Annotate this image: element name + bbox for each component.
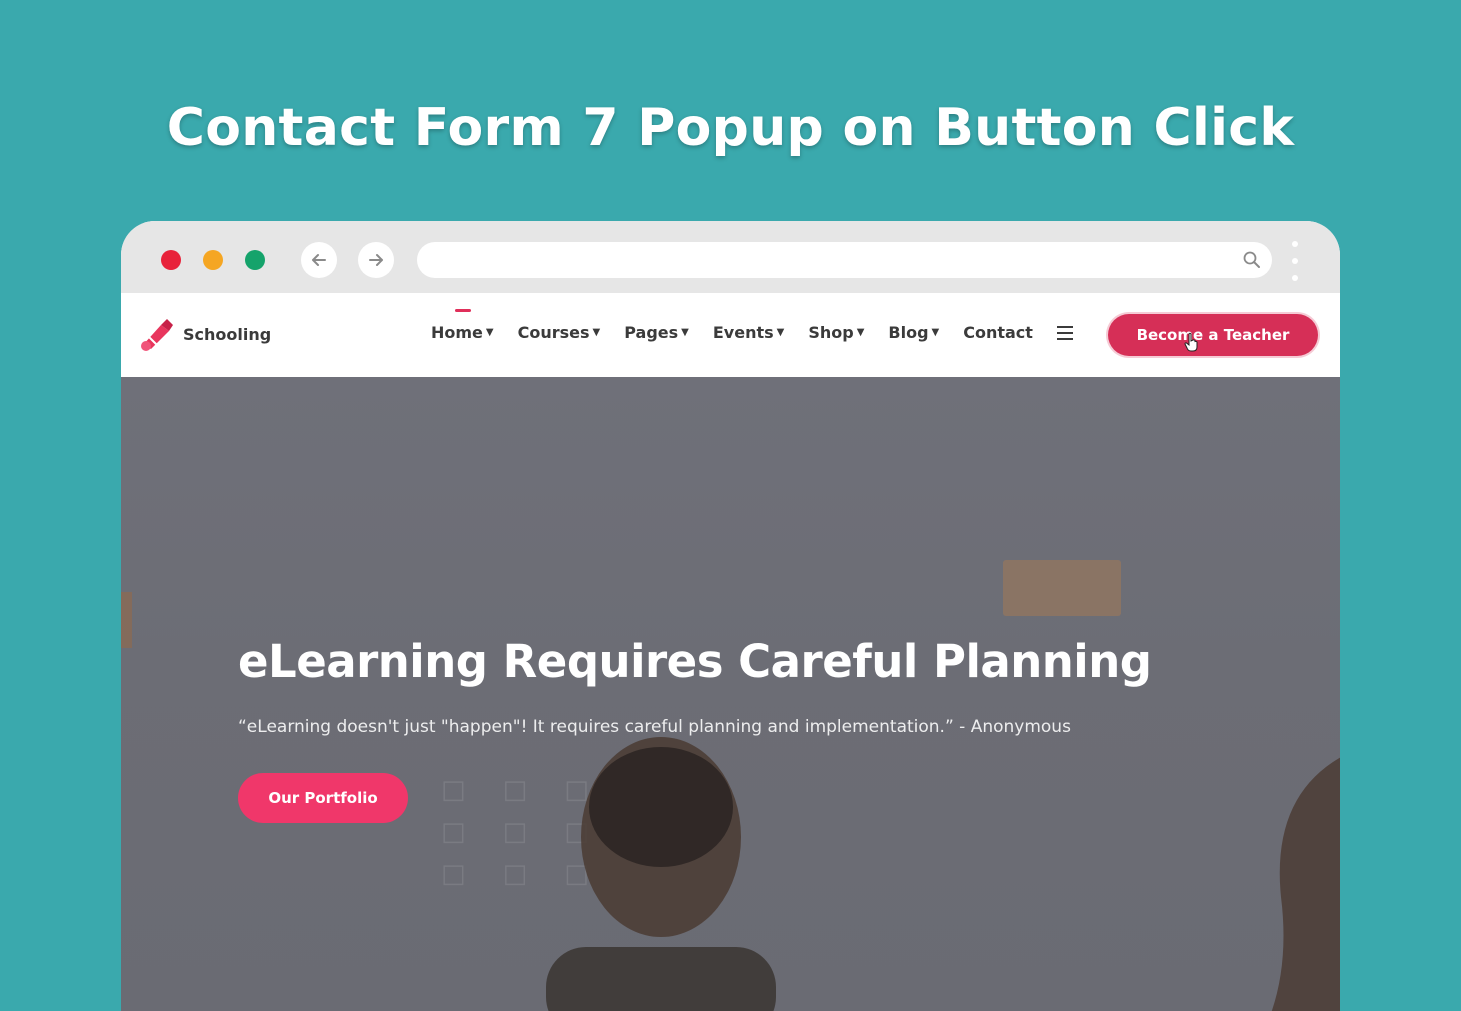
- menu-item-contact[interactable]: Contact: [963, 323, 1033, 342]
- arrow-left-icon: [312, 254, 326, 266]
- search-icon[interactable]: [1242, 250, 1262, 270]
- menu-item-home[interactable]: Home ▼: [431, 309, 494, 342]
- menu-item-label: Shop: [808, 323, 854, 342]
- minimize-window-button[interactable]: [203, 250, 223, 270]
- arrow-right-icon: [369, 254, 383, 266]
- address-bar[interactable]: [417, 242, 1272, 278]
- menu-item-label: Courses: [517, 323, 590, 342]
- kebab-icon[interactable]: [1289, 241, 1301, 281]
- chevron-down-icon: ▼: [776, 327, 785, 338]
- close-window-button[interactable]: [161, 250, 181, 270]
- page-heading: Contact Form 7 Popup on Button Click: [166, 98, 1295, 158]
- main-menu: Home ▼ Courses ▼ Pages ▼ Events ▼ Shop ▼…: [431, 309, 1073, 342]
- hero-background-decor: [121, 592, 132, 648]
- hero-person-image: [546, 737, 776, 1011]
- menu-item-label: Events: [712, 323, 774, 342]
- site-logo[interactable]: Schooling: [137, 315, 271, 353]
- browser-window: Schooling Home ▼ Courses ▼ Pages ▼ Event…: [121, 221, 1340, 1011]
- hero-title: eLearning Requires Careful Planning: [238, 635, 1152, 688]
- maximize-window-button[interactable]: [245, 250, 265, 270]
- menu-item-pages[interactable]: Pages ▼: [624, 323, 689, 342]
- hero-background-sign: [1003, 560, 1121, 616]
- our-portfolio-button[interactable]: Our Portfolio: [238, 773, 408, 823]
- menu-item-events[interactable]: Events ▼: [713, 323, 784, 342]
- chevron-down-icon: ▼: [856, 327, 865, 338]
- chevron-down-icon: ▼: [592, 327, 601, 338]
- graduation-scroll-icon: [141, 319, 173, 351]
- menu-item-label: Pages: [624, 323, 679, 342]
- hand-pointer-cursor-icon: [1184, 332, 1198, 352]
- back-button[interactable]: [301, 242, 337, 278]
- become-a-teacher-button[interactable]: Become a Teacher: [1108, 314, 1318, 356]
- site-header: Schooling Home ▼ Courses ▼ Pages ▼ Event…: [121, 293, 1340, 378]
- forward-button[interactable]: [358, 242, 394, 278]
- hero-person-right-image: [1271, 757, 1340, 1011]
- menu-item-blog[interactable]: Blog ▼: [888, 323, 939, 342]
- chevron-down-icon: ▼: [681, 327, 689, 338]
- chevron-down-icon: ▼: [931, 327, 940, 338]
- menu-item-shop[interactable]: Shop ▼: [808, 323, 864, 342]
- hero-section: □ □ □ □ □ □ □ □ □ eLearning Requires Caref…: [121, 377, 1340, 1011]
- menu-item-label: Contact: [963, 323, 1033, 342]
- browser-toolbar: [121, 221, 1340, 293]
- menu-item-label: Home: [431, 323, 483, 342]
- logo-text: Schooling: [183, 324, 272, 344]
- hamburger-menu-icon[interactable]: [1056, 325, 1073, 340]
- chevron-down-icon: ▼: [485, 327, 494, 338]
- hero-quote: “eLearning doesn't just "happen"! It req…: [238, 717, 1071, 737]
- menu-item-courses[interactable]: Courses ▼: [518, 323, 601, 342]
- menu-item-label: Blog: [888, 323, 929, 342]
